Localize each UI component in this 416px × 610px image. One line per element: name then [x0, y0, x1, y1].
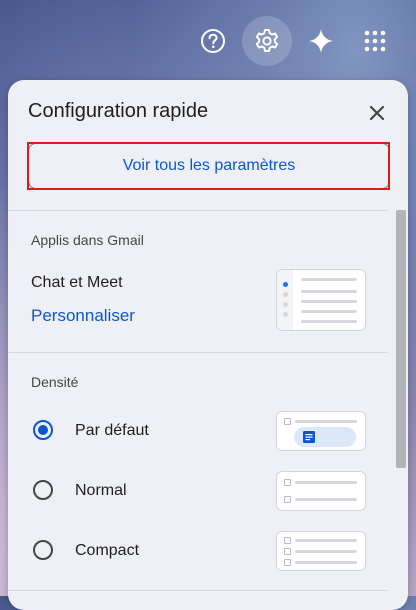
density-default-thumbnail [276, 411, 366, 451]
help-icon [201, 29, 225, 53]
apps-button[interactable] [350, 16, 400, 66]
density-normal-thumbnail [276, 471, 366, 511]
settings-icon [255, 29, 279, 52]
customize-link[interactable]: Personnaliser [31, 306, 135, 326]
chat-meet-label: Chat et Meet [31, 274, 123, 291]
density-compact-label[interactable]: Compact [75, 542, 139, 560]
density-compact-thumbnail [276, 531, 366, 571]
density-normal-label[interactable]: Normal [75, 482, 127, 500]
settings-button[interactable] [242, 16, 292, 66]
apps-grid-icon [364, 30, 386, 52]
quick-settings-panel: Configuration rapide Voir tous les param… [8, 80, 408, 610]
apps-section-heading: Applis dans Gmail [31, 232, 144, 248]
see-all-settings-button[interactable]: Voir tous les paramètres [28, 143, 390, 189]
density-default-label[interactable]: Par défaut [75, 422, 149, 440]
gemini-button[interactable] [296, 16, 346, 66]
panel-title: Configuration rapide [28, 100, 209, 122]
gemini-sparkle-icon [309, 29, 333, 53]
help-button[interactable] [188, 16, 238, 66]
close-icon [369, 105, 385, 121]
divider [8, 352, 388, 353]
chat-meet-thumbnail [276, 269, 366, 331]
density-default-radio[interactable] [33, 420, 53, 440]
scrollbar[interactable] [396, 210, 406, 468]
divider [8, 210, 388, 211]
density-compact-radio[interactable] [33, 540, 53, 560]
close-button[interactable] [360, 96, 394, 130]
divider [8, 590, 388, 591]
document-icon [303, 431, 315, 443]
density-normal-radio[interactable] [33, 480, 53, 500]
top-toolbar [188, 16, 400, 66]
density-section-heading: Densité [31, 374, 79, 390]
